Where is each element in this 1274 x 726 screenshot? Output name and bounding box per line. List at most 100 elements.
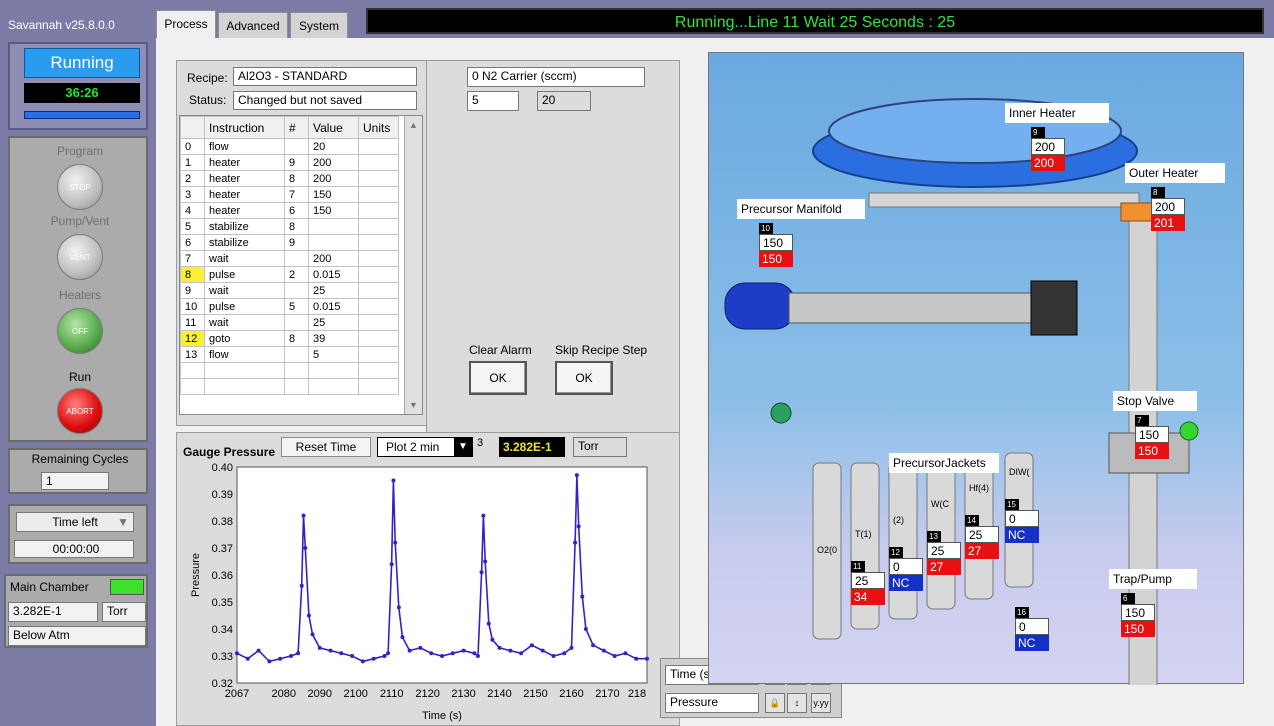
recipe-cell-units[interactable] xyxy=(358,346,399,363)
heaters-knob[interactable]: OFF xyxy=(57,308,103,354)
recipe-row[interactable]: 13 flow 5 xyxy=(180,346,399,363)
recipe-row[interactable]: 9 wait 25 xyxy=(180,282,399,299)
recipe-cell-val[interactable]: 200 xyxy=(308,154,359,171)
recipe-cell-num[interactable] xyxy=(284,346,309,363)
gauge-setpoint[interactable]: 0 xyxy=(1005,510,1039,527)
vent-knob[interactable]: VENT xyxy=(57,234,103,280)
lock-icon[interactable]: 🔒 xyxy=(765,693,785,713)
recipe-row[interactable]: 1 heater 9 200 xyxy=(180,154,399,171)
recipe-cell-units[interactable] xyxy=(358,298,399,315)
recipe-row[interactable]: 12 goto 8 39 xyxy=(180,330,399,347)
gauge-jacket14[interactable]: 14 25 27 xyxy=(965,515,999,559)
recipe-empty-cell[interactable] xyxy=(284,378,309,395)
recipe-cell-val[interactable]: 25 xyxy=(308,314,359,331)
recipe-empty-cell[interactable] xyxy=(358,362,399,379)
pressure-axis-field[interactable]: Pressure xyxy=(665,693,759,713)
recipe-row[interactable]: 11 wait 25 xyxy=(180,314,399,331)
scroll-down-icon[interactable]: ▼ xyxy=(405,396,422,414)
recipe-cell-num[interactable] xyxy=(284,138,309,155)
recipe-cell-num[interactable] xyxy=(284,282,309,299)
recipe-empty-cell[interactable] xyxy=(308,362,359,379)
gauge-setpoint[interactable]: 0 xyxy=(1015,618,1049,635)
recipe-empty-cell[interactable] xyxy=(204,378,285,395)
gauge-outer[interactable]: 8 200 201 xyxy=(1151,187,1185,231)
recipe-row[interactable]: 0 flow 20 xyxy=(180,138,399,155)
recipe-row[interactable]: 10 pulse 5 0.015 xyxy=(180,298,399,315)
recipe-cell-instr[interactable]: wait xyxy=(204,250,285,267)
recipe-cell-instr[interactable]: pulse xyxy=(204,298,285,315)
recipe-cell-val[interactable]: 20 xyxy=(308,138,359,155)
recipe-cell-units[interactable] xyxy=(358,330,399,347)
tab-system[interactable]: System xyxy=(290,12,348,38)
recipe-cell-val[interactable]: 39 xyxy=(308,330,359,347)
recipe-cell-instr[interactable]: heater xyxy=(204,186,285,203)
recipe-cell-units[interactable] xyxy=(358,218,399,235)
recipe-scrollbar[interactable]: ▲ ▼ xyxy=(404,116,422,414)
recipe-cell-num[interactable]: 7 xyxy=(284,186,309,203)
recipe-cell-val[interactable]: 150 xyxy=(308,186,359,203)
gauge-jacket15[interactable]: 15 0 NC xyxy=(1005,499,1039,543)
recipe-cell-units[interactable] xyxy=(358,234,399,251)
recipe-row[interactable]: 6 stabilize 9 xyxy=(180,234,399,251)
tab-process[interactable]: Process xyxy=(156,10,216,40)
scroll-up-icon[interactable]: ▲ xyxy=(405,116,422,134)
recipe-cell-units[interactable] xyxy=(358,282,399,299)
recipe-row[interactable]: 7 wait 200 xyxy=(180,250,399,267)
recipe-cell-instr[interactable]: heater xyxy=(204,170,285,187)
recipe-cell-num[interactable]: 8 xyxy=(284,330,309,347)
recipe-cell-num[interactable] xyxy=(284,250,309,267)
gauge-setpoint[interactable]: 150 xyxy=(1121,604,1155,621)
recipe-cell-instr[interactable]: heater xyxy=(204,202,285,219)
recipe-cell-n[interactable]: 2 xyxy=(180,170,205,187)
remaining-cycles-input[interactable]: 1 xyxy=(41,472,109,490)
autoscale-y-icon[interactable]: ↕ xyxy=(787,693,807,713)
recipe-cell-n[interactable]: 10 xyxy=(180,298,205,315)
recipe-cell-n[interactable]: 3 xyxy=(180,186,205,203)
skip-step-button[interactable]: OK xyxy=(555,361,613,395)
gauge-setpoint[interactable]: 25 xyxy=(927,542,961,559)
recipe-cell-n[interactable]: 0 xyxy=(180,138,205,155)
recipe-cell-instr[interactable]: goto xyxy=(204,330,285,347)
stop-knob[interactable]: STOP xyxy=(57,164,103,210)
recipe-cell-val[interactable]: 5 xyxy=(308,346,359,363)
recipe-cell-units[interactable] xyxy=(358,154,399,171)
recipe-empty-cell[interactable] xyxy=(284,362,309,379)
recipe-cell-num[interactable]: 9 xyxy=(284,154,309,171)
recipe-name-field[interactable]: Al2O3 - STANDARD xyxy=(233,67,417,86)
gauge-setpoint[interactable]: 200 xyxy=(1031,138,1065,155)
recipe-cell-n[interactable]: 8 xyxy=(180,266,205,283)
recipe-cell-num[interactable]: 6 xyxy=(284,202,309,219)
recipe-cell-instr[interactable]: heater xyxy=(204,154,285,171)
recipe-cell-val[interactable]: 0.015 xyxy=(308,266,359,283)
recipe-cell-units[interactable] xyxy=(358,266,399,283)
recipe-cell-n[interactable]: 12 xyxy=(180,330,205,347)
gauge-extra16[interactable]: 16 0 NC xyxy=(1015,607,1049,651)
y-format-icon[interactable]: y.yy xyxy=(811,693,831,713)
recipe-cell-units[interactable] xyxy=(358,170,399,187)
recipe-cell-instr[interactable]: flow xyxy=(204,346,285,363)
recipe-cell-n[interactable]: 4 xyxy=(180,202,205,219)
tab-advanced[interactable]: Advanced xyxy=(218,12,288,38)
gauge-manifold[interactable]: 10 150 150 xyxy=(759,223,793,267)
gauge-jacket13[interactable]: 13 25 27 xyxy=(927,531,961,575)
gauge-setpoint[interactable]: 25 xyxy=(851,572,885,589)
recipe-cell-val[interactable]: 200 xyxy=(308,170,359,187)
gauge-jacket12[interactable]: 12 0 NC xyxy=(889,547,923,591)
recipe-table[interactable]: Instruction # Value Units 0 flow 20 1 heater 9 20… xyxy=(180,116,399,395)
recipe-cell-n[interactable]: 1 xyxy=(180,154,205,171)
gauge-setpoint[interactable]: 200 xyxy=(1151,198,1185,215)
recipe-empty-row[interactable] xyxy=(180,362,399,379)
recipe-cell-num[interactable]: 2 xyxy=(284,266,309,283)
recipe-cell-units[interactable] xyxy=(358,138,399,155)
gauge-setpoint[interactable]: 25 xyxy=(965,526,999,543)
gauge-inner[interactable]: 9 200 200 xyxy=(1031,127,1065,171)
recipe-row[interactable]: 8 pulse 2 0.015 xyxy=(180,266,399,283)
recipe-cell-n[interactable]: 7 xyxy=(180,250,205,267)
recipe-cell-num[interactable]: 8 xyxy=(284,218,309,235)
recipe-empty-cell[interactable] xyxy=(204,362,285,379)
time-left-dropdown[interactable]: Time left ▼ xyxy=(16,512,134,532)
recipe-cell-units[interactable] xyxy=(358,250,399,267)
recipe-row[interactable]: 5 stabilize 8 xyxy=(180,218,399,235)
gauge-jacket11[interactable]: 11 25 34 xyxy=(851,561,885,605)
recipe-cell-n[interactable]: 6 xyxy=(180,234,205,251)
